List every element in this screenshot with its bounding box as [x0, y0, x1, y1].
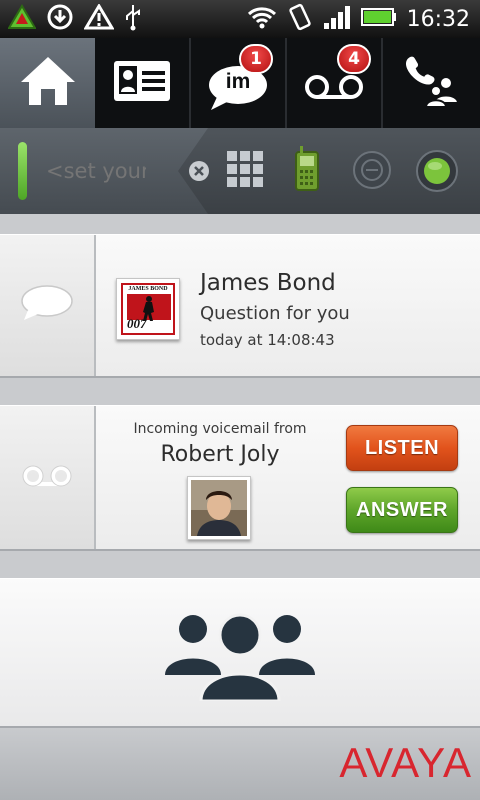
voicemail-count-badge: 4: [337, 44, 371, 74]
mobile-phone-icon[interactable]: [294, 146, 320, 192]
avaya-logo: AVAYA: [339, 739, 472, 786]
tab-calls[interactable]: [383, 38, 480, 128]
im-panel-icon-column: [0, 235, 96, 376]
vibrate-icon: [287, 3, 313, 35]
chat-bubble-icon: [20, 284, 74, 328]
availability-icon[interactable]: [416, 150, 458, 192]
voicemail-icon: [303, 72, 365, 106]
home-icon: [19, 55, 77, 111]
tab-home[interactable]: [0, 38, 95, 128]
people-group-icon: [165, 609, 315, 705]
status-bar: 16:32: [0, 0, 480, 38]
call-forward-icon[interactable]: [352, 150, 392, 190]
tab-voicemail[interactable]: 4: [287, 38, 383, 128]
usb-icon: [124, 3, 142, 35]
presence-indicator: [18, 142, 27, 200]
caller-avatar: [187, 476, 251, 540]
presence-bar: [0, 128, 480, 214]
im-unread-badge: 1: [239, 44, 273, 74]
voicemail-panel-icon: [21, 464, 73, 492]
message-preview: Question for you: [200, 303, 350, 324]
tab-im[interactable]: im 1: [191, 38, 287, 128]
contacts-panel[interactable]: [0, 578, 480, 728]
dialpad-icon[interactable]: [226, 150, 264, 188]
download-icon: [46, 3, 74, 35]
avaya-notification-icon: [7, 4, 37, 34]
voicemail-panel-icon-column: [0, 406, 96, 549]
wifi-icon: [247, 5, 277, 33]
message-sender-name: James Bond: [200, 270, 336, 296]
clock: 16:32: [406, 6, 470, 32]
warning-icon: [83, 3, 115, 34]
contact-avatar: JAMES BOND 007: [116, 278, 180, 340]
signal-icon: [323, 5, 351, 33]
phone-group-icon: [402, 53, 462, 113]
clear-icon[interactable]: [188, 160, 210, 182]
listen-button[interactable]: LISTEN: [346, 425, 458, 471]
status-message-input[interactable]: [44, 152, 148, 190]
answer-button[interactable]: ANSWER: [346, 487, 458, 533]
tab-contacts[interactable]: [95, 38, 191, 128]
message-timestamp: today at 14:08:43: [200, 331, 335, 349]
voicemail-heading: Incoming voicemail from: [133, 421, 307, 437]
avatar-number: 007: [127, 316, 147, 331]
main-tab-bar: im 1 4: [0, 38, 480, 128]
voicemail-caller-name: Robert Joly: [160, 442, 280, 467]
battery-icon: [360, 7, 397, 31]
contact-card-icon: [112, 58, 172, 108]
